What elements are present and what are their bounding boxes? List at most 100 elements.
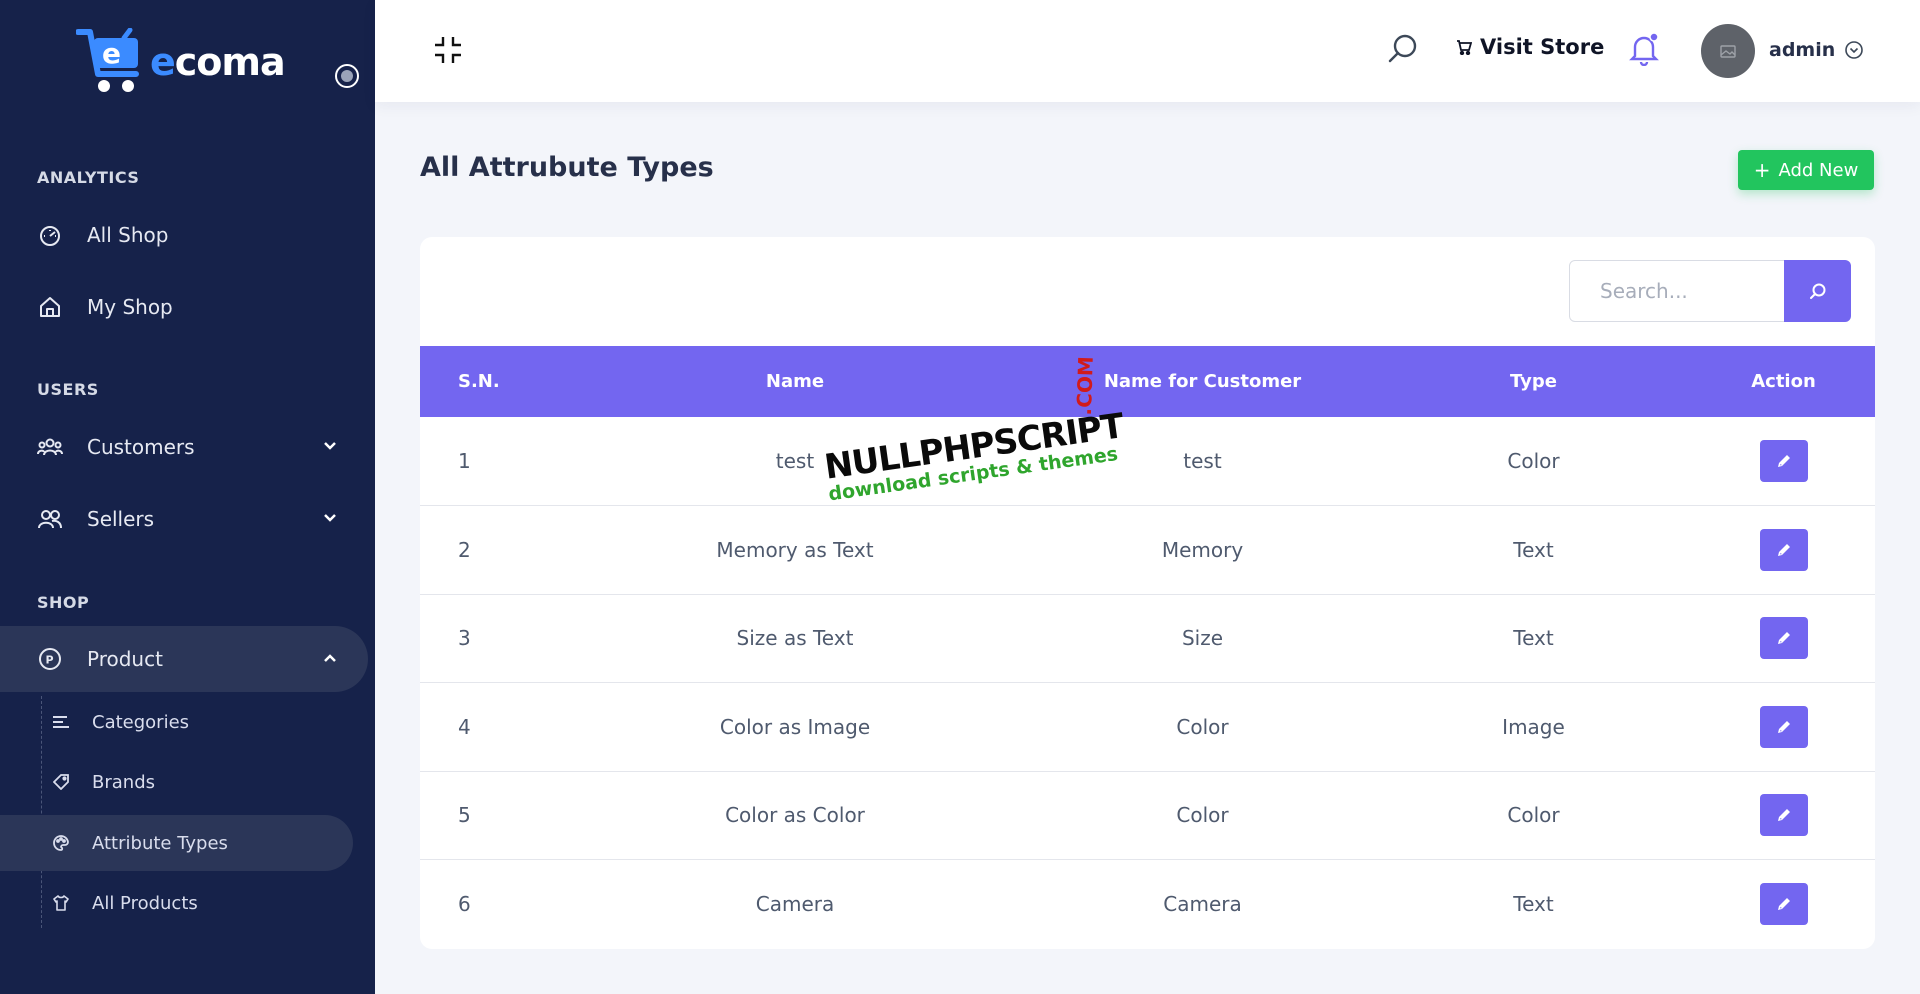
sidebar-item-product[interactable]: P Product: [0, 626, 368, 692]
sidebar-item-all-shop[interactable]: All Shop: [0, 202, 368, 268]
sidebar-toggle[interactable]: [335, 64, 359, 88]
cell-type: Color: [1507, 449, 1560, 473]
product-icon: P: [37, 646, 63, 672]
sidebar-item-label: Customers: [87, 435, 195, 459]
pencil-icon: [1777, 720, 1790, 733]
brand-name: ecoma: [150, 40, 286, 84]
chevron-down-icon: [324, 442, 336, 450]
chevron-down-circle-icon[interactable]: [1844, 40, 1864, 60]
cell-name: test: [775, 449, 815, 473]
sidebar-subitem-label: Categories: [92, 711, 190, 733]
sidebar-item-customers[interactable]: Customers: [0, 414, 368, 480]
topbar: Visit Store admin: [375, 0, 1920, 102]
users-icon: [37, 506, 63, 532]
shirt-icon: [52, 894, 70, 912]
cell-sn: 1: [458, 449, 471, 473]
sidebar-subitem-label: Brands: [92, 771, 155, 793]
pencil-icon: [1777, 455, 1790, 467]
chevron-up-icon: [324, 654, 336, 662]
pencil-icon: [1777, 632, 1790, 645]
sidebar-subitem-attribute-types[interactable]: Attribute Types: [0, 815, 353, 871]
cell-name: Color as Color: [725, 803, 865, 828]
cell-type: Text: [1513, 892, 1554, 916]
image-placeholder-icon: [1720, 44, 1736, 58]
visit-store-link[interactable]: Visit Store: [1456, 35, 1604, 59]
cart-logo-icon: e: [76, 28, 139, 92]
attribute-types-card: Search... S.N. Name Name for Customer Ty…: [420, 237, 1875, 949]
column-header-type: Type: [1510, 371, 1557, 392]
compress-icon[interactable]: [432, 34, 464, 66]
sidebar: e ecoma ANALYTICS All Shop My Shop USERS…: [0, 0, 375, 994]
cell-name-for-customer: Color: [1176, 714, 1229, 739]
cell-action: [1692, 417, 1875, 506]
sidebar-item-label: Sellers: [87, 507, 155, 531]
table-row: 1 test test Color: [420, 417, 1875, 506]
logo[interactable]: e ecoma: [76, 28, 286, 96]
sidebar-subitem-categories[interactable]: Categories: [0, 694, 353, 750]
sidebar-subitem-all-products[interactable]: All Products: [0, 875, 353, 931]
edit-button[interactable]: [1759, 617, 1808, 660]
avatar[interactable]: [1701, 24, 1755, 78]
cell-type: Text: [1513, 626, 1554, 651]
table-row: 4 Color as Image Color Image: [420, 683, 1875, 772]
user-name[interactable]: admin: [1769, 39, 1835, 61]
chevron-down-icon: [324, 514, 336, 522]
cell-name: Camera: [755, 892, 835, 916]
cell-name: Color as Image: [719, 714, 871, 739]
sidebar-item-label: All Shop: [87, 223, 169, 247]
cell-name: Memory as Text: [716, 537, 874, 562]
cell-action: [1692, 506, 1875, 595]
cell-name-for-customer: Memory: [1161, 537, 1244, 562]
palette-icon: [52, 834, 70, 852]
visit-store-label: Visit Store: [1480, 35, 1605, 59]
cell-action: [1692, 594, 1875, 683]
cell-name-for-customer: Camera: [1163, 892, 1242, 916]
plus-icon: +: [1753, 158, 1771, 182]
cell-sn: 6: [458, 892, 471, 916]
edit-button[interactable]: [1759, 705, 1808, 748]
search-button[interactable]: [1784, 260, 1851, 322]
svg-text:P: P: [46, 654, 54, 667]
section-analytics: ANALYTICS: [37, 168, 140, 187]
cell-action: [1692, 771, 1875, 860]
cell-type: Image: [1502, 714, 1565, 739]
edit-button[interactable]: [1759, 528, 1808, 571]
cell-sn: 3: [458, 626, 471, 651]
column-header-name-for-customer: Name for Customer: [1103, 371, 1302, 392]
bell-icon[interactable]: [1629, 32, 1659, 66]
table-row: 5 Color as Color Color Color: [420, 771, 1875, 860]
search-icon[interactable]: [1387, 33, 1419, 65]
svg-text:e: e: [102, 37, 121, 70]
cell-type: Color: [1507, 803, 1560, 828]
add-new-label: Add New: [1778, 159, 1859, 181]
add-new-button[interactable]: + Add New: [1738, 150, 1874, 190]
sidebar-item-label: My Shop: [87, 295, 173, 319]
list-icon: [52, 713, 70, 731]
table-row: 2 Memory as Text Memory Text: [420, 506, 1875, 595]
brand: e ecoma: [0, 0, 375, 122]
column-header-action: Action: [1751, 371, 1816, 392]
sidebar-item-sellers[interactable]: Sellers: [0, 486, 368, 552]
table-header-row: S.N. Name Name for Customer Type Action: [420, 346, 1875, 417]
search-input[interactable]: Search...: [1569, 260, 1785, 322]
edit-button[interactable]: [1759, 794, 1808, 837]
cell-action: [1692, 860, 1875, 949]
cell-sn: 5: [458, 803, 471, 828]
cell-type: Text: [1513, 537, 1554, 562]
column-header-name: Name: [765, 371, 825, 392]
cell-sn: 4: [458, 714, 471, 739]
section-shop: SHOP: [37, 593, 90, 612]
table-row: 6 Camera Camera Text: [420, 860, 1875, 949]
pencil-icon: [1777, 898, 1790, 910]
column-header-sn: S.N.: [458, 371, 500, 392]
sidebar-subitem-brands[interactable]: Brands: [0, 754, 353, 810]
sidebar-item-my-shop[interactable]: My Shop: [0, 274, 368, 340]
edit-button[interactable]: [1759, 883, 1808, 925]
home-icon: [37, 294, 63, 320]
dashboard-icon: [37, 222, 63, 248]
table-row: 3 Size as Text Size Text: [420, 594, 1875, 683]
cell-action: [1692, 683, 1875, 772]
attribute-types-table: S.N. Name Name for Customer Type Action …: [420, 346, 1875, 948]
edit-button[interactable]: [1759, 440, 1808, 482]
sidebar-subitem-label: Attribute Types: [92, 832, 228, 854]
